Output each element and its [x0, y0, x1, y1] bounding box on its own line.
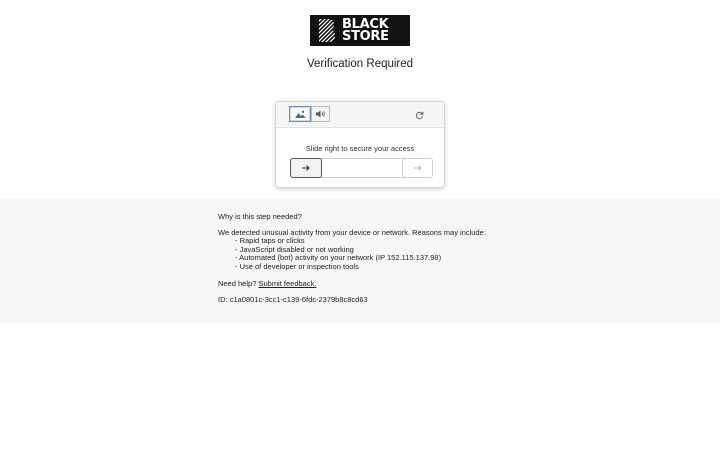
- request-id-value: c1a0801c-3cc1-c139-6fdc-2379b8c8cd63: [229, 294, 368, 304]
- captcha-prompt: Slide right to secure your access: [305, 144, 415, 153]
- arrow-right-icon: [302, 165, 310, 171]
- image-icon: [294, 110, 306, 118]
- audio-challenge-button[interactable]: [311, 106, 330, 122]
- request-id-label: ID:: [218, 294, 228, 304]
- refresh-icon: [415, 111, 423, 119]
- arrow-right-icon: [413, 165, 422, 171]
- page-title: Verification Required: [306, 58, 414, 70]
- slider-target: [402, 158, 433, 178]
- logo-wordmark: BLACK STORE: [342, 18, 389, 44]
- captcha-header: [276, 102, 444, 128]
- help-line: Need help? Submit feedback.: [218, 279, 538, 289]
- speaker-icon: [315, 110, 325, 118]
- request-id: ID: c1a0801c-3cc1-c139-6fdc-2379b8c8cd63: [218, 294, 538, 305]
- info-section: Why is this step needed? We detected unu…: [0, 199, 720, 323]
- reasons-list: Rapid taps or clicks JavaScript disabled…: [235, 236, 538, 272]
- help-prefix: Need help?: [218, 279, 257, 288]
- slider-handle[interactable]: [290, 158, 322, 178]
- image-challenge-button[interactable]: [289, 106, 311, 122]
- info-content: Why is this step needed? We detected unu…: [218, 212, 538, 305]
- why-heading: Why is this step needed?: [218, 212, 302, 221]
- logo-stripes-icon: [319, 19, 335, 42]
- refresh-button[interactable]: [413, 109, 425, 121]
- captcha-widget: Slide right to secure your access: [275, 101, 445, 188]
- list-item: Use of developer or inspection tools: [235, 262, 538, 272]
- submit-feedback-link[interactable]: Submit feedback.: [258, 279, 316, 288]
- brand-logo: BLACK STORE: [310, 15, 410, 46]
- logo-line-2: STORE: [342, 28, 389, 44]
